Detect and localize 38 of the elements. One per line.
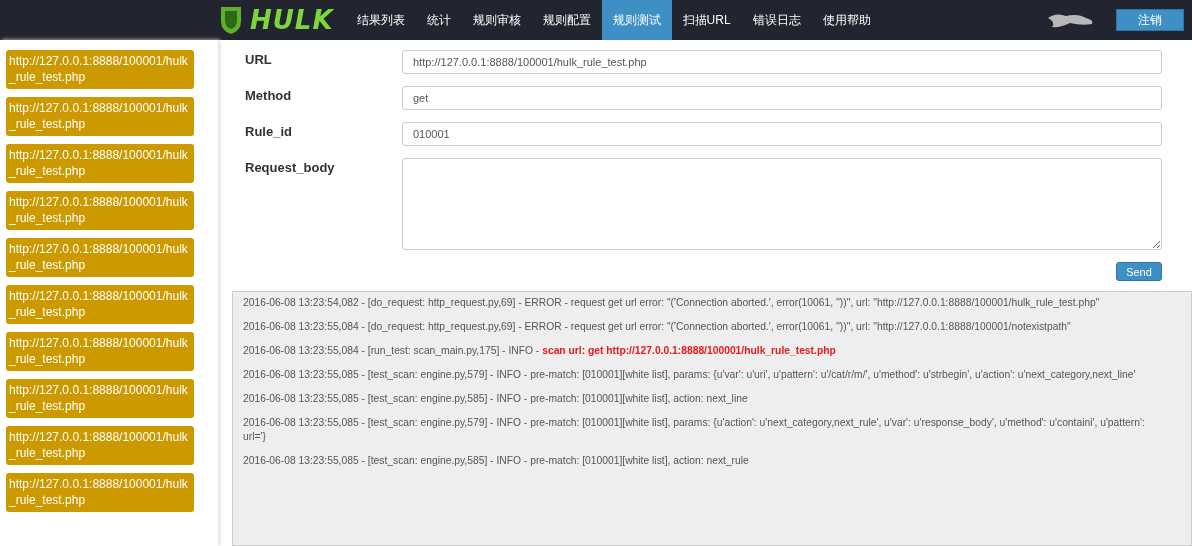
text-area[interactable] xyxy=(402,158,1162,250)
nav-tab[interactable]: 规则测试 xyxy=(601,0,672,40)
log-line: 2016-06-08 13:23:55,085 - [test_scan: engine.py,585] - INFO - pre-match: [010001][white list], action: next_line xyxy=(243,392,749,406)
input-field[interactable]: get xyxy=(402,86,1162,110)
field-label: URL xyxy=(244,51,273,67)
field-label: Method xyxy=(244,87,293,103)
log-line: 2016-06-08 13:23:55,084 - [do_request: http_request.py,69] - ERROR - request get url error: "('Connection aborted.', error(10061, ''))", url: "http://127.0.0.1:8888/100001/notexistpath" xyxy=(243,320,1072,334)
url-list-item[interactable]: http://127.0.0.1:8888/100001/hulk_rule_test.php xyxy=(6,332,194,371)
input-field[interactable]: 010001 xyxy=(402,122,1162,146)
url-list-item[interactable]: http://127.0.0.1:8888/100001/hulk_rule_test.php xyxy=(6,50,194,89)
url-list-item[interactable]: http://127.0.0.1:8888/100001/hulk_rule_test.php xyxy=(6,285,194,324)
url-list-item[interactable]: http://127.0.0.1:8888/100001/hulk_rule_test.php xyxy=(6,379,194,418)
log-line: 2016-06-08 13:23:55,085 - [test_scan: engine.py,585] - INFO - pre-match: [010001][white list], action: next_rule xyxy=(243,454,750,468)
log-line: 2016-06-08 13:23:55,085 - [test_scan: engine.py,579] - INFO - pre-match: [010001][white list], params: {u'var': u'uri', u'pattern': u'/cat/r/m/', u'method': u'strbegin', u'action': u'next_category,next_line' xyxy=(243,368,1137,382)
field-label: Request_body xyxy=(244,159,336,175)
log-line: 2016-06-08 13:23:55,085 - [test_scan: engine.py,579] - INFO - pre-match: [010001][white list], params: {u'action': u'next_category,next_rule', u'var': u'response_body', u'method': u'containi', u'pattern': xyxy=(243,416,1146,430)
nav-tab[interactable]: 统计 xyxy=(415,0,462,40)
nav-tab[interactable]: 规则配置 xyxy=(531,0,602,40)
url-list-item[interactable]: http://127.0.0.1:8888/100001/hulk_rule_test.php xyxy=(6,144,194,183)
log-line: 2016-06-08 13:23:54,082 - [do_request: http_request.py,69] - ERROR - request get url error: "('Connection aborted.', error(10061, ''))", url: "http://127.0.0.1:8888/100001/hulk_rule_test.php" xyxy=(243,296,1101,310)
nav-tab[interactable]: 扫描URL xyxy=(671,0,742,40)
url-list-item[interactable]: http://127.0.0.1:8888/100001/hulk_rule_test.php xyxy=(6,97,194,136)
log-line: url='} xyxy=(243,430,267,444)
nav-tab[interactable]: 结果列表 xyxy=(345,0,416,40)
url-list-item[interactable]: http://127.0.0.1:8888/100001/hulk_rule_test.php xyxy=(6,238,194,277)
brand-logo[interactable]: HULK xyxy=(250,5,334,35)
nav-tab[interactable]: 错误日志 xyxy=(741,0,812,40)
field-label: Rule_id xyxy=(244,123,293,139)
input-field[interactable]: http://127.0.0.1:8888/100001/hulk_rule_test.php xyxy=(402,50,1162,74)
nav-tab[interactable]: 使用帮助 xyxy=(811,0,882,40)
logout-button[interactable]: 注销 xyxy=(1116,9,1184,31)
logo-icon xyxy=(218,5,244,35)
url-list-item[interactable]: http://127.0.0.1:8888/100001/hulk_rule_test.php xyxy=(6,473,194,512)
nav-tab[interactable]: 规则审核 xyxy=(461,0,532,40)
send-button[interactable]: Send xyxy=(1116,262,1162,281)
log-line: 2016-06-08 13:23:55,084 - [run_test: scan_main.py,175] - INFO - scan url: get http://127.0.0.1:8888/100001/hulk_rule_test.php xyxy=(243,344,837,358)
url-list-item[interactable]: http://127.0.0.1:8888/100001/hulk_rule_test.php xyxy=(6,426,194,465)
url-list-item[interactable]: http://127.0.0.1:8888/100001/hulk_rule_test.php xyxy=(6,191,194,230)
